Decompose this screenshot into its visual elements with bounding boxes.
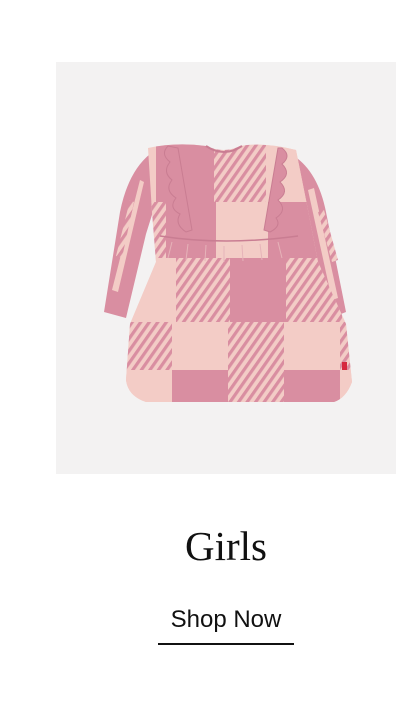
label-tag [342,362,347,370]
category-title: Girls [185,523,267,569]
dress-body [126,144,352,403]
product-image[interactable] [56,62,396,474]
shop-now-link[interactable]: Shop Now [158,604,294,645]
dress-image [104,144,352,403]
